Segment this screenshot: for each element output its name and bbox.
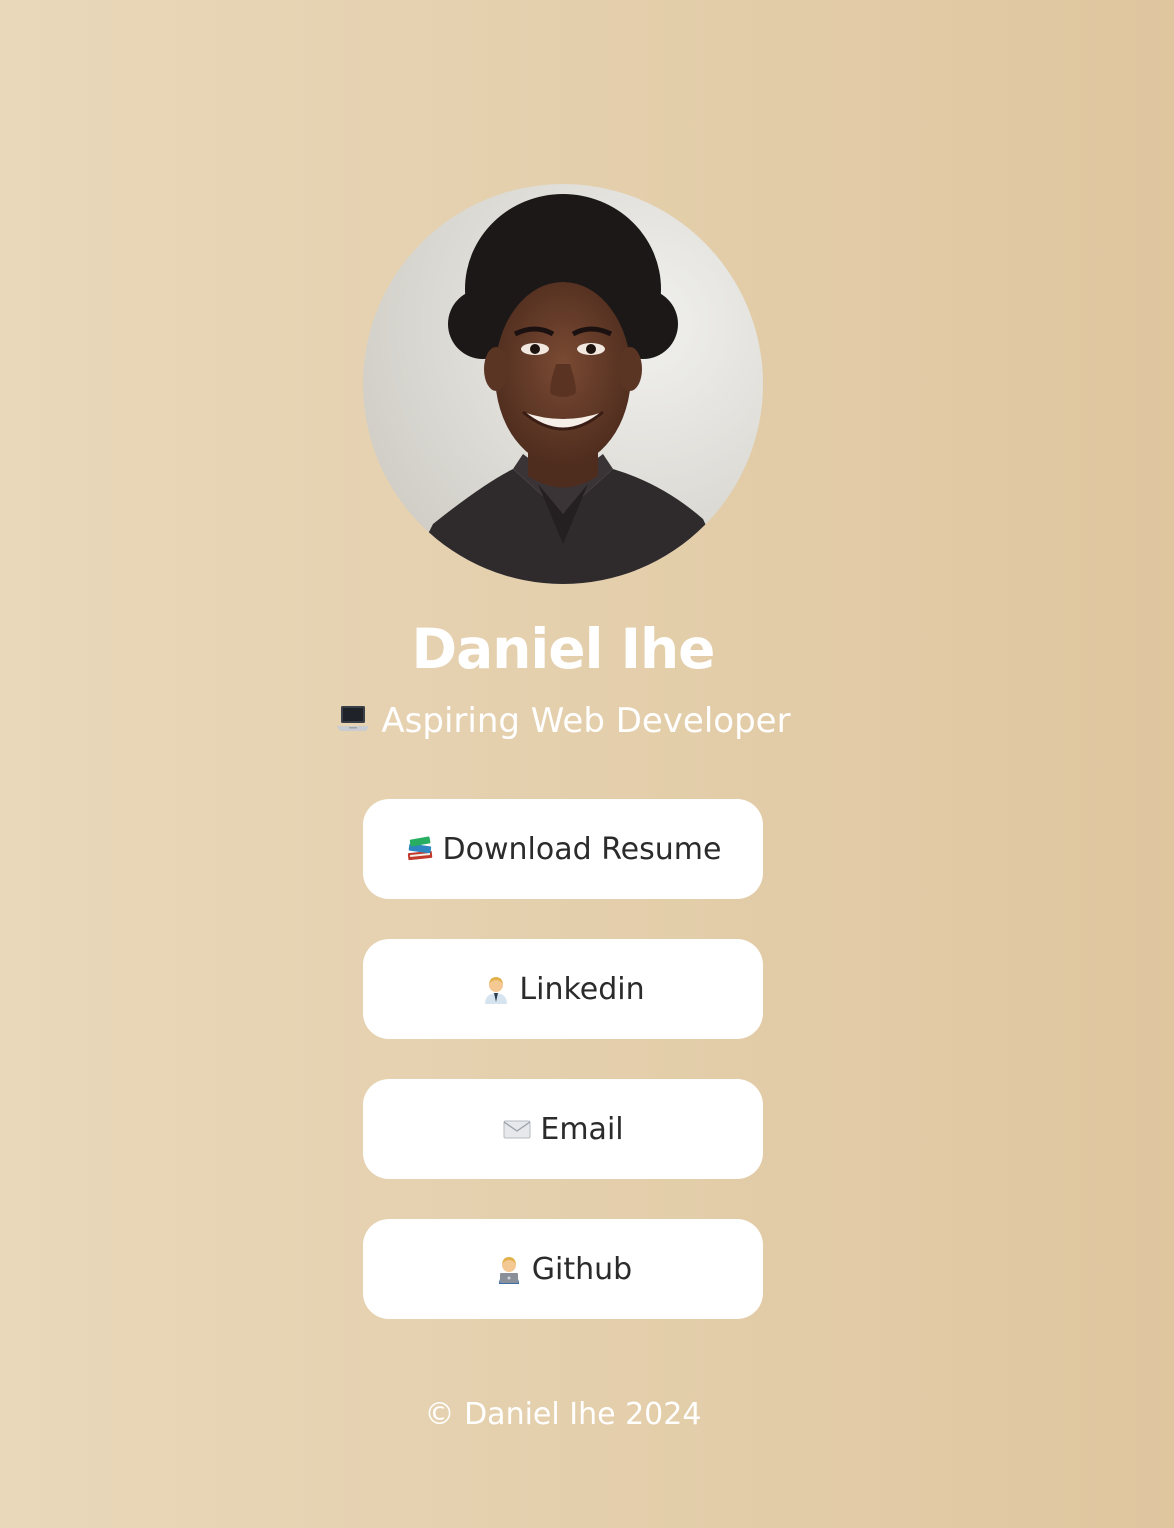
profile-photo — [363, 184, 763, 584]
github-button[interactable]: Github — [363, 1219, 763, 1319]
envelope-icon — [502, 1114, 532, 1144]
office-worker-icon — [481, 974, 511, 1004]
github-label: Github — [531, 1251, 633, 1287]
technologist-icon — [494, 1254, 524, 1284]
tagline-text: Aspiring Web Developer — [381, 701, 791, 741]
email-label: Email — [540, 1111, 624, 1147]
profile-tagline: Aspiring Web Developer — [0, 696, 1126, 746]
copyright-footer: © Daniel Ihe 2024 — [424, 1397, 702, 1432]
download-resume-button[interactable]: Download Resume — [363, 799, 763, 899]
profile-name: Daniel Ihe — [411, 617, 715, 681]
laptop-icon — [335, 700, 371, 736]
linkedin-button[interactable]: Linkedin — [363, 939, 763, 1039]
download-resume-label: Download Resume — [442, 831, 722, 867]
linkedin-label: Linkedin — [519, 971, 645, 1007]
email-button[interactable]: Email — [363, 1079, 763, 1179]
books-icon — [405, 834, 435, 864]
link-in-bio-page: Daniel Ihe Aspiring Web Developer Downlo… — [0, 0, 1174, 1528]
